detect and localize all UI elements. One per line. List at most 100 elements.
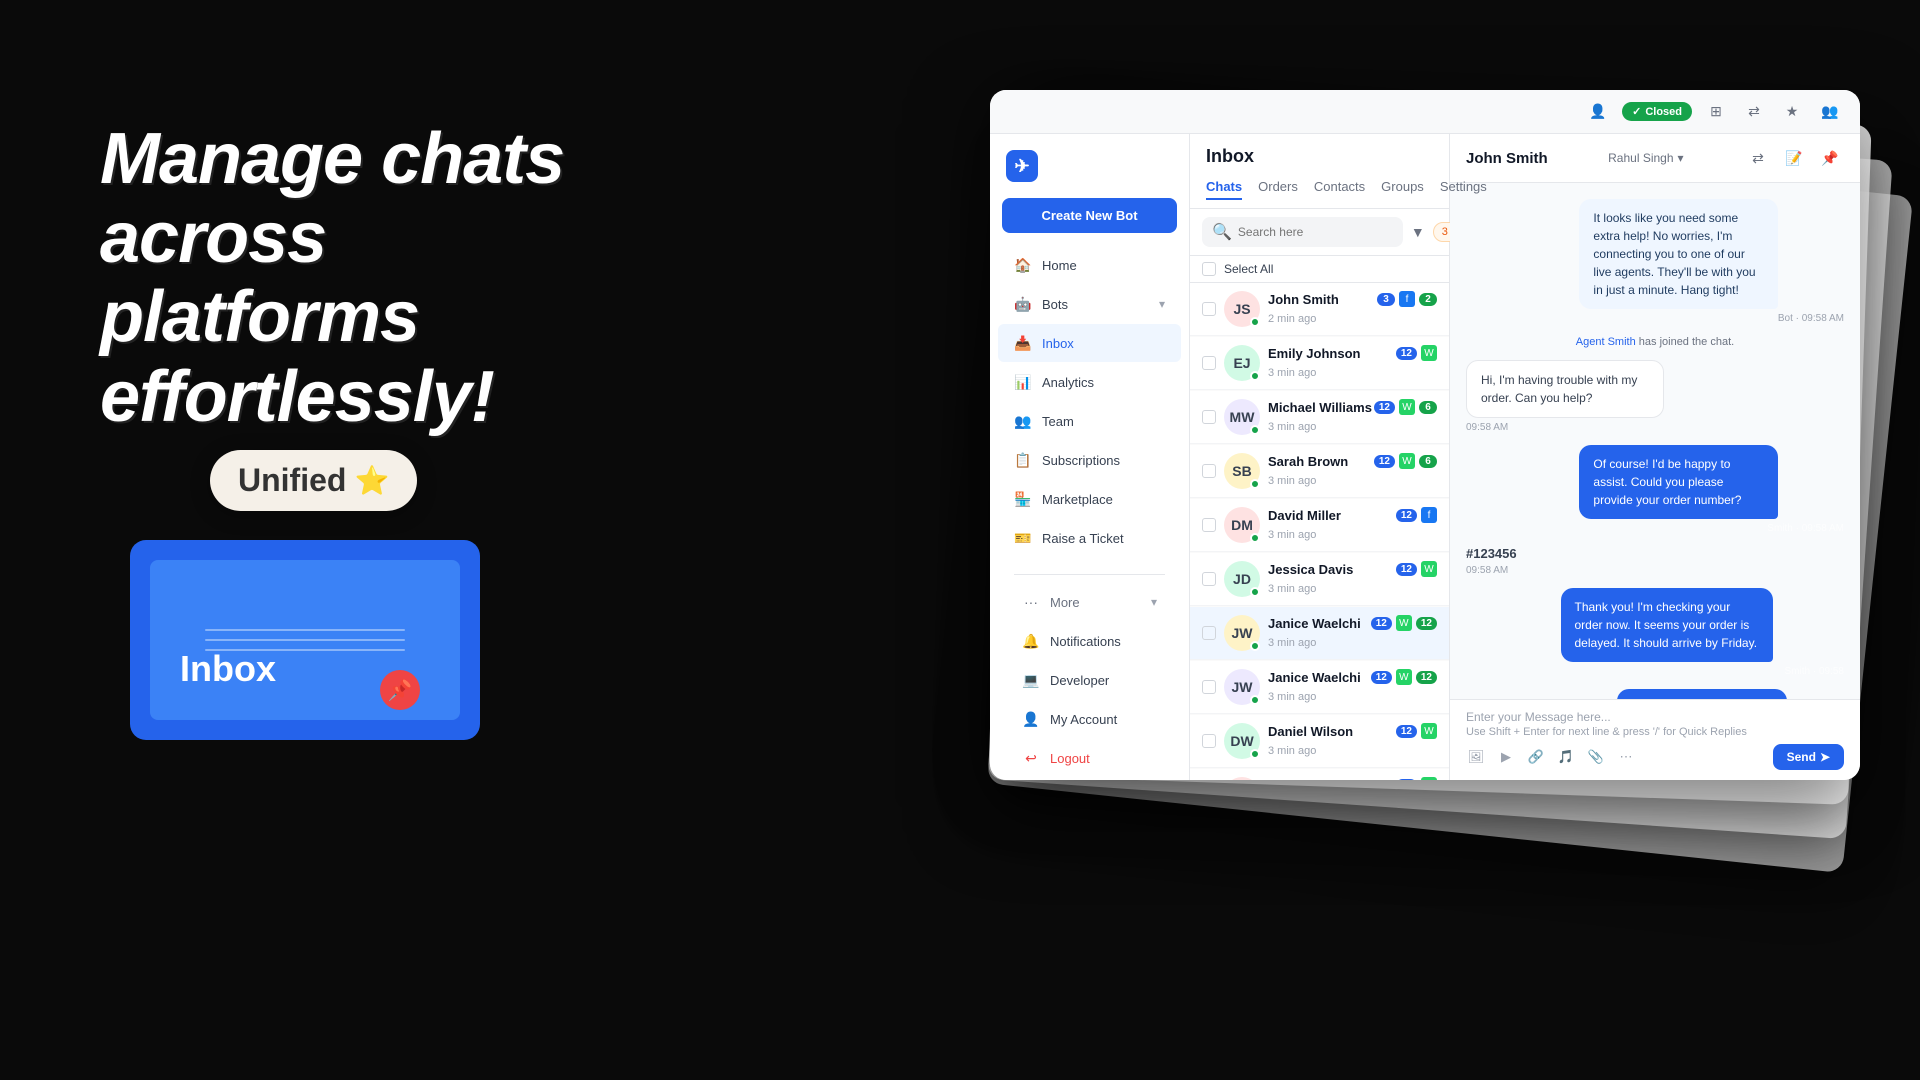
- status-dot: [1250, 371, 1260, 381]
- chat-info: John Smith 3 f 2 2 min ago: [1268, 291, 1437, 327]
- chat-name-row: Emily Johnson 12 W: [1268, 345, 1437, 361]
- chat-checkbox[interactable]: [1202, 626, 1216, 640]
- agent-selector[interactable]: Rahul Singh ▾: [1608, 151, 1683, 165]
- chat-name-row: Ashley Taylor 12 W: [1268, 777, 1437, 780]
- chat-name: David Miller: [1268, 508, 1341, 523]
- sidebar-item-analytics[interactable]: 📊 Analytics: [998, 363, 1181, 401]
- user-icon[interactable]: 👤: [1584, 98, 1612, 126]
- chat-item-janice-waelchi-active[interactable]: JW Janice Waelchi 12 W 12: [1190, 607, 1449, 660]
- chat-item-sarah-brown[interactable]: SB Sarah Brown 12 W 6: [1190, 445, 1449, 498]
- chat-name: Michael Williams: [1268, 400, 1372, 415]
- marketplace-icon: 🏪: [1014, 490, 1032, 508]
- badge-count: 3: [1377, 293, 1395, 306]
- sidebar-item-team[interactable]: 👥 Team: [998, 402, 1181, 440]
- translate-icon[interactable]: ⇄: [1744, 144, 1772, 172]
- chat-name-row: Michael Williams 12 W 6: [1268, 399, 1437, 415]
- tab-chats[interactable]: Chats: [1206, 175, 1242, 200]
- bots-arrow: ▾: [1159, 297, 1165, 311]
- chat-checkbox[interactable]: [1202, 680, 1216, 694]
- chat-item-john-smith[interactable]: JS John Smith 3 f 2: [1190, 283, 1449, 336]
- chat-checkbox[interactable]: [1202, 518, 1216, 532]
- unread-count: 6: [1419, 455, 1437, 468]
- chat-checkbox[interactable]: [1202, 734, 1216, 748]
- chat-meta: 3 f 2: [1377, 291, 1437, 307]
- file-tool-icon[interactable]: 📎: [1586, 747, 1606, 767]
- sidebar-item-bots[interactable]: 🤖 Bots ▾: [998, 285, 1181, 323]
- chat-checkbox[interactable]: [1202, 302, 1216, 316]
- input-toolbar: 🖼 ▶ 🔗 🎵 📎 ⋯ Send ➤: [1466, 744, 1844, 770]
- hero-title: Manage chats across platforms effortless…: [100, 120, 660, 437]
- chat-info: Michael Williams 12 W 6 3 min ago: [1268, 399, 1437, 435]
- chat-checkbox[interactable]: [1202, 464, 1216, 478]
- notification-dot: 📌: [380, 670, 420, 710]
- tab-groups[interactable]: Groups: [1381, 175, 1424, 200]
- chat-checkbox[interactable]: [1202, 410, 1216, 424]
- sidebar-item-more[interactable]: ··· More ▾: [1006, 583, 1173, 621]
- chat-item-emily-johnson[interactable]: EJ Emily Johnson 12 W 3 min a: [1190, 337, 1449, 390]
- sidebar-item-subscriptions[interactable]: 📋 Subscriptions: [998, 441, 1181, 479]
- create-new-bot-button[interactable]: Create New Bot: [1002, 198, 1177, 233]
- sidebar: ✈ Create New Bot 🏠 Home 🤖 Bots ▾: [990, 134, 1190, 780]
- sidebar-item-inbox[interactable]: 📥 Inbox: [998, 324, 1181, 362]
- sidebar-item-notifications[interactable]: 🔔 Notifications: [1006, 622, 1173, 660]
- unread-count: 6: [1419, 401, 1437, 414]
- tab-settings[interactable]: Settings: [1440, 175, 1487, 200]
- note-icon[interactable]: 📝: [1780, 144, 1808, 172]
- star-icon-btn[interactable]: ★: [1778, 98, 1806, 126]
- image-tool-icon[interactable]: 🖼: [1466, 747, 1486, 767]
- chat-name-row: Daniel Wilson 12 W: [1268, 723, 1437, 739]
- chat-time: 3 min ago: [1268, 745, 1316, 757]
- sidebar-logo: ✈: [990, 134, 1189, 198]
- subscriptions-icon: 📋: [1014, 451, 1032, 469]
- chat-item-ashley-taylor[interactable]: AT Ashley Taylor 12 W 3 min a: [1190, 769, 1449, 780]
- order-number-message: #123456 09:58 AM: [1466, 546, 1517, 576]
- sidebar-item-developer[interactable]: 💻 Developer: [1006, 661, 1173, 699]
- tab-orders[interactable]: Orders: [1258, 175, 1298, 200]
- chat-meta: 12 W: [1396, 345, 1437, 361]
- sidebar-item-raise-ticket[interactable]: 🎫 Raise a Ticket: [998, 519, 1181, 557]
- link-tool-icon[interactable]: 🔗: [1526, 747, 1546, 767]
- chat-item-daniel-wilson[interactable]: DW Daniel Wilson 12 W 3 min a: [1190, 715, 1449, 768]
- chat-item-jessica-davis[interactable]: JD Jessica Davis 12 W 3 min a: [1190, 553, 1449, 606]
- go-online-toggle[interactable]: Go Online: [998, 778, 1181, 780]
- chat-meta: 12 W 6: [1374, 399, 1437, 415]
- status-dot: [1250, 749, 1260, 759]
- select-all-checkbox[interactable]: [1202, 262, 1216, 276]
- sidebar-item-account[interactable]: 👤 My Account: [1006, 700, 1173, 738]
- more-tools-icon[interactable]: ⋯: [1616, 747, 1636, 767]
- audio-tool-icon[interactable]: 🎵: [1556, 747, 1576, 767]
- top-bar: 👤 ✓ Closed ⊞ ⇄ ★ 👥: [990, 90, 1860, 134]
- chat-checkbox[interactable]: [1202, 356, 1216, 370]
- pin-icon[interactable]: 📌: [1816, 144, 1844, 172]
- chat-checkbox[interactable]: [1202, 572, 1216, 586]
- message-agent-2: Thank you! I'm checking your order now. …: [1561, 588, 1845, 677]
- grid-icon[interactable]: ⊞: [1702, 98, 1730, 126]
- video-tool-icon[interactable]: ▶: [1496, 747, 1516, 767]
- whatsapp-icon: W: [1421, 777, 1437, 780]
- message-user: Hi, I'm having trouble with my order. Ca…: [1466, 360, 1731, 433]
- tab-contacts[interactable]: Contacts: [1314, 175, 1365, 200]
- chat-meta: 12 W 12: [1371, 615, 1437, 631]
- sidebar-bottom: ··· More ▾ 🔔 Notifications 💻 Developer 👤: [990, 558, 1189, 780]
- order-number: #123456: [1466, 546, 1517, 561]
- message-bot: It looks like you need some extra help! …: [1579, 199, 1844, 324]
- sidebar-item-home[interactable]: 🏠 Home: [998, 246, 1181, 284]
- inbox-nav-icon: 📥: [1014, 334, 1032, 352]
- unread-count: 12: [1416, 671, 1437, 684]
- search-input[interactable]: [1238, 225, 1393, 239]
- chat-window: John Smith Rahul Singh ▾ ⇄ 📝 📌: [1450, 134, 1860, 780]
- chat-item-michael-williams[interactable]: MW Michael Williams 12 W 6: [1190, 391, 1449, 444]
- filter-icon[interactable]: ▼: [1411, 218, 1425, 246]
- swap-icon[interactable]: ⇄: [1740, 98, 1768, 126]
- sidebar-item-logout[interactable]: ↩ Logout: [1006, 739, 1173, 777]
- sidebar-item-marketplace[interactable]: 🏪 Marketplace: [998, 480, 1181, 518]
- group-icon[interactable]: 👥: [1816, 98, 1844, 126]
- chat-item-janice-waelchi-2[interactable]: JW Janice Waelchi 12 W 12: [1190, 661, 1449, 714]
- chat-item-david-miller[interactable]: DM David Miller 12 f 3 min ag: [1190, 499, 1449, 552]
- envelope-inner: Inbox 📌: [150, 560, 460, 720]
- send-button[interactable]: Send ➤: [1773, 744, 1844, 770]
- search-box[interactable]: 🔍: [1202, 217, 1403, 247]
- chat-header-actions: ⇄ 📝 📌: [1744, 144, 1844, 172]
- badge-count: 12: [1396, 563, 1417, 576]
- agent-link[interactable]: Agent Smith: [1576, 336, 1636, 348]
